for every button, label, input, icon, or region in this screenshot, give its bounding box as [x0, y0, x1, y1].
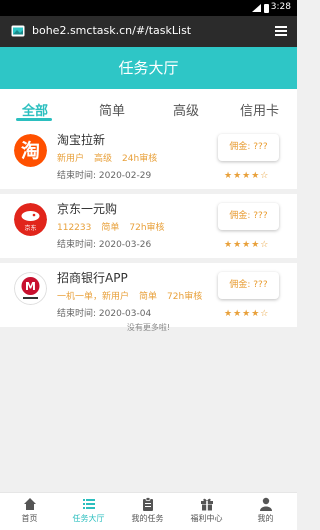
commission-button[interactable]: 佣金: ??? [218, 203, 279, 230]
task-card[interactable]: 京东 京东一元购 112233 简单 72h审核 结束时间: 2020-03-26 … [0, 194, 297, 258]
task-list: 淘 淘宝拉新 新用户 高级 24h审核 结束时间: 2020-02-29 佣金: ?… [0, 125, 297, 332]
star-rating: ★★★★☆ [224, 171, 270, 181]
page-header: 任务大厅 [0, 47, 297, 89]
task-tag: 简单 [101, 223, 120, 233]
user-icon [259, 497, 272, 511]
taobao-logo-icon: 淘 [14, 134, 47, 167]
url-text[interactable]: bohe2.smctask.cn/#/taskList [32, 24, 191, 37]
site-favicon-icon [11, 25, 25, 37]
task-tag: 112233 [57, 223, 92, 233]
task-tags: 一机一单，新用户 简单 72h审核 [57, 289, 212, 302]
clipboard-icon [142, 497, 153, 511]
commission-button[interactable]: 佣金: ??? [218, 272, 279, 299]
gift-icon [200, 498, 213, 511]
cmb-logo-icon: M [14, 272, 47, 305]
page-title: 任务大厅 [118, 59, 179, 77]
tab-all[interactable]: 全部 [22, 100, 48, 119]
task-title: 招商银行APP [57, 271, 128, 285]
task-tag: 72h审核 [129, 223, 165, 233]
svg-text:淘: 淘 [21, 139, 40, 162]
battery-icon [264, 4, 269, 13]
nav-task-hall[interactable]: 任务大厅 [59, 497, 118, 524]
nav-label: 福利中心 [190, 514, 223, 523]
nav-label: 我的 [257, 514, 274, 523]
status-bar: 3:28 [0, 0, 297, 16]
task-tags: 112233 简单 72h审核 [57, 220, 175, 233]
category-tabs: 全部 简单 高级 信用卡 [0, 89, 297, 125]
task-card[interactable]: 淘 淘宝拉新 新用户 高级 24h审核 结束时间: 2020-02-29 佣金: ?… [0, 125, 297, 189]
task-tag: 新用户 [57, 154, 85, 164]
no-more-text: 没有更多啦! [126, 323, 171, 332]
nav-home[interactable]: 首页 [0, 497, 59, 524]
browser-url-bar[interactable]: bohe2.smctask.cn/#/taskList [0, 16, 297, 47]
tab-credit-card[interactable]: 信用卡 [240, 100, 279, 119]
star-rating: ★★★★☆ [224, 240, 270, 250]
tab-advanced[interactable]: 高级 [173, 100, 199, 119]
nav-label: 任务大厅 [72, 514, 105, 523]
task-title: 京东一元购 [57, 202, 118, 216]
task-tag: 一机一单，新用户 [57, 292, 130, 302]
task-tag: 高级 [94, 154, 113, 164]
nav-mine[interactable]: 我的 [236, 497, 295, 524]
nav-my-tasks[interactable]: 我的任务 [118, 497, 177, 524]
task-end-date: 结束时间: 2020-02-29 [57, 171, 152, 181]
task-end-date: 结束时间: 2020-03-04 [57, 309, 152, 319]
nav-welfare[interactable]: 福利中心 [177, 497, 236, 524]
task-card[interactable]: M 招商银行APP 一机一单，新用户 简单 72h审核 结束时间: 2020-03-… [0, 263, 297, 327]
list-icon [82, 499, 95, 509]
task-tag: 72h审核 [167, 292, 203, 302]
task-tag: 24h审核 [122, 154, 158, 164]
signal-icon [252, 4, 261, 12]
tab-simple[interactable]: 简单 [99, 100, 125, 119]
bottom-nav: 首页 任务大厅 我的任务 福利中心 我的 [0, 492, 297, 530]
commission-button[interactable]: 佣金: ??? [218, 134, 279, 161]
nav-label: 首页 [21, 514, 38, 523]
task-tag: 简单 [139, 292, 158, 302]
nav-label: 我的任务 [131, 514, 164, 523]
task-tags: 新用户 高级 24h审核 [57, 151, 167, 164]
home-icon [23, 498, 36, 510]
jd-logo-icon: 京东 [14, 203, 47, 236]
task-title: 淘宝拉新 [57, 133, 106, 147]
task-end-date: 结束时间: 2020-03-26 [57, 240, 152, 250]
svg-text:M: M [25, 280, 36, 293]
status-time: 3:28 [270, 2, 291, 12]
browser-menu-icon[interactable] [274, 24, 288, 38]
svg-text:京东: 京东 [24, 224, 36, 232]
active-tab-indicator [16, 118, 52, 121]
star-rating: ★★★★☆ [224, 309, 270, 319]
